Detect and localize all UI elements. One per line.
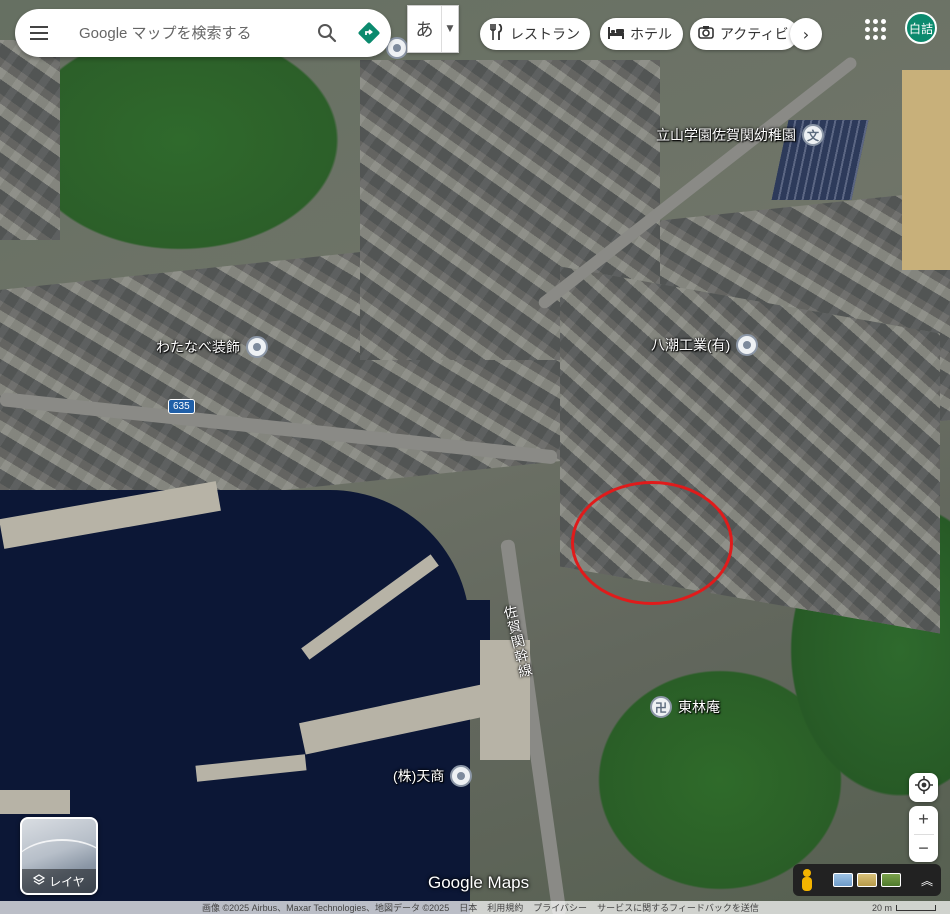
town-area-west — [0, 40, 60, 240]
place-pin-icon — [736, 334, 759, 356]
poi-tensho[interactable]: (株)天商 — [393, 765, 473, 787]
scale-label: 20 m — [871, 902, 892, 913]
zoom-in-button[interactable]: + — [909, 806, 938, 834]
imagery-credit: 画像 ©2025 Airbus、Maxar Technologies、地図データ… — [202, 903, 450, 913]
poi-label: わたなべ装飾 — [156, 339, 240, 355]
directions-icon[interactable] — [347, 9, 391, 57]
poi-label: (株)天商 — [393, 768, 445, 784]
poi-torinan[interactable]: 卍 東林庵 — [650, 696, 720, 718]
chip-restaurant[interactable]: レストラン — [480, 18, 590, 50]
account-avatar[interactable]: 白詰 — [905, 12, 937, 44]
privacy-link[interactable]: プライバシー — [533, 901, 587, 914]
poi-kindergarten[interactable]: 立山学園佐賀関幼稚園 文 — [656, 124, 824, 146]
terms-link[interactable]: 利用規約 — [487, 901, 523, 914]
layers-label: レイヤ — [49, 874, 85, 889]
camera-icon — [698, 25, 714, 43]
farm-field — [902, 70, 950, 270]
terrain-thumbnail[interactable] — [857, 873, 877, 887]
fork-knife-icon — [488, 23, 504, 44]
layers-button[interactable]: レイヤ — [20, 817, 98, 895]
satellite-thumbnail[interactable] — [881, 873, 901, 887]
country-link[interactable]: 日本 — [459, 901, 477, 914]
layers-icon — [32, 873, 46, 889]
zoom-out-button[interactable]: − — [909, 835, 938, 863]
scale-bar[interactable]: 20 m — [872, 903, 936, 913]
attribution-bar: 画像 ©2025 Airbus、Maxar Technologies、地図データ… — [0, 901, 950, 914]
my-location-button[interactable] — [909, 773, 938, 802]
highlight-circle — [571, 481, 733, 605]
my-location-icon — [914, 776, 933, 799]
chevron-down-icon[interactable]: ▼ — [442, 6, 458, 52]
bed-icon — [608, 26, 624, 43]
chip-label: アクティビ — [720, 26, 789, 42]
feedback-link[interactable]: サービスに関するフィードバックを送信 — [597, 901, 759, 914]
place-pin-icon — [450, 765, 473, 787]
search-icon[interactable] — [307, 9, 347, 57]
pier-west — [0, 790, 70, 814]
poi-label: 八潮工業(有) — [651, 337, 731, 353]
school-icon: 文 — [802, 124, 824, 146]
chip-hotel[interactable]: ホテル — [600, 18, 683, 50]
search-box — [15, 9, 391, 57]
ime-toggle[interactable]: あ ▼ — [407, 5, 459, 53]
poi-yashio[interactable]: 八潮工業(有) — [651, 334, 759, 356]
zoom-controls: + − — [909, 806, 938, 862]
poi-label: 立山学園佐賀関幼稚園 — [656, 127, 796, 143]
map-type-bar: ︽ — [793, 864, 941, 896]
ime-char: あ — [408, 6, 442, 52]
expand-icon[interactable]: ︽ — [919, 872, 935, 889]
route-number-badge: 635 — [168, 399, 195, 414]
place-pin-icon — [246, 336, 268, 358]
temple-icon: 卍 — [650, 696, 672, 718]
map-thumbnail[interactable] — [833, 873, 853, 887]
menu-icon[interactable] — [15, 9, 63, 57]
chip-label: ホテル — [630, 26, 672, 42]
pegman-icon[interactable] — [799, 869, 815, 891]
search-input[interactable] — [79, 24, 307, 42]
chip-label: レストラン — [510, 26, 580, 42]
poi-watanabe[interactable]: わたなべ装飾 — [156, 336, 268, 358]
apps-grid-icon[interactable] — [864, 18, 886, 40]
chip-activities[interactable]: アクティビ — [690, 18, 798, 50]
google-maps-logo: Google Maps — [428, 873, 530, 892]
chevron-right-icon[interactable]: › — [790, 18, 822, 50]
poi-label: 東林庵 — [678, 699, 720, 715]
